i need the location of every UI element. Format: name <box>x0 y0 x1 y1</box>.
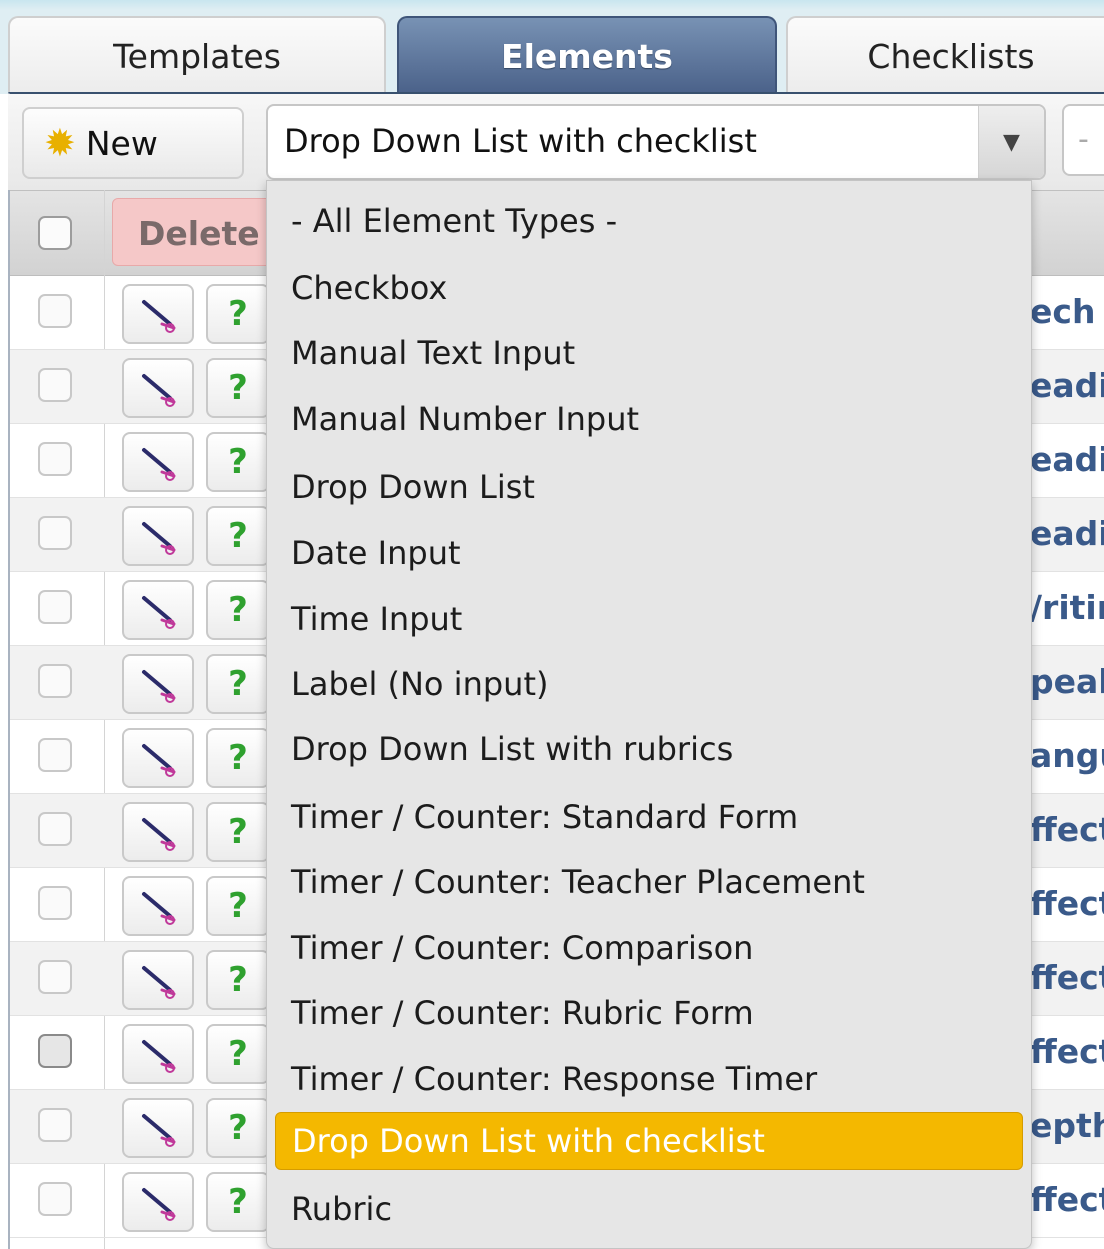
tab-label: Elements <box>501 36 673 76</box>
select-all-checkbox[interactable] <box>38 216 72 250</box>
top-strip <box>0 0 1104 10</box>
edit-button[interactable] <box>122 950 194 1010</box>
row-checkbox[interactable] <box>38 1108 72 1142</box>
row-checkbox[interactable] <box>38 294 72 328</box>
row-checkbox[interactable] <box>38 664 72 698</box>
dropdown-option[interactable]: Drop Down List with checklist <box>275 1112 1023 1170</box>
tab-label: Templates <box>113 36 281 76</box>
dropdown-option[interactable]: Manual Number Input <box>275 390 1023 448</box>
element-type-select[interactable]: Drop Down List with checklist ▼ <box>266 104 1046 180</box>
new-button[interactable]: ✹ New <box>22 107 244 179</box>
tab-checklists[interactable]: Checklists <box>786 16 1104 94</box>
dropdown-option[interactable]: Manual Text Input <box>275 324 1023 382</box>
element-name-link[interactable]: eadi <box>1030 366 1104 405</box>
new-button-label: New <box>85 123 158 163</box>
dropdown-option[interactable]: Timer / Counter: Rubric Form <box>275 984 1023 1042</box>
element-name-link[interactable]: /ritir <box>1030 588 1104 627</box>
element-name-link[interactable]: eadi <box>1030 440 1104 479</box>
help-button[interactable]: ? <box>206 432 270 492</box>
edit-button[interactable] <box>122 728 194 788</box>
edit-button[interactable] <box>122 432 194 492</box>
element-name-link[interactable]: angu <box>1030 736 1104 775</box>
dropdown-option[interactable]: Timer / Counter: Standard Form <box>275 788 1023 846</box>
dropdown-option[interactable]: Checkbox <box>275 259 1023 317</box>
help-button[interactable]: ? <box>206 1098 270 1158</box>
element-name-link[interactable]: ffect <box>1030 1180 1104 1219</box>
secondary-select[interactable]: - <box>1062 104 1104 176</box>
dropdown-option[interactable]: Timer / Counter: Teacher Placement <box>275 853 1023 911</box>
dropdown-option[interactable]: Timer / Counter: Comparison <box>275 919 1023 977</box>
edit-button[interactable] <box>122 358 194 418</box>
dropdown-option[interactable]: Rubric <box>275 1180 1023 1238</box>
delete-button[interactable]: Delete <box>112 198 282 266</box>
help-button[interactable]: ? <box>206 284 270 344</box>
row-checkbox[interactable] <box>38 738 72 772</box>
edit-button[interactable] <box>122 802 194 862</box>
row-checkbox[interactable] <box>38 960 72 994</box>
row-checkbox[interactable] <box>38 442 72 476</box>
element-type-select-value: Drop Down List with checklist <box>284 122 757 160</box>
element-name-link[interactable]: ech <box>1030 292 1095 331</box>
tab-label: Checklists <box>867 36 1035 76</box>
row-checkbox[interactable] <box>38 886 72 920</box>
row-checkbox[interactable] <box>38 1034 72 1068</box>
star-icon: ✹ <box>44 121 76 165</box>
help-button[interactable]: ? <box>206 950 270 1010</box>
tab-templates[interactable]: Templates <box>8 16 386 94</box>
edit-button[interactable] <box>122 1172 194 1232</box>
row-checkbox[interactable] <box>38 812 72 846</box>
tab-elements[interactable]: Elements <box>397 16 777 94</box>
dropdown-option[interactable]: Time Input <box>275 590 1023 648</box>
edit-button[interactable] <box>122 1098 194 1158</box>
element-name-link[interactable]: epth <box>1030 1106 1104 1145</box>
edit-button[interactable] <box>122 284 194 344</box>
chevron-down-icon[interactable]: ▼ <box>978 106 1044 178</box>
dropdown-option[interactable]: Drop Down List with rubrics <box>275 720 1023 778</box>
row-checkbox[interactable] <box>38 368 72 402</box>
edit-button[interactable] <box>122 876 194 936</box>
dropdown-option[interactable]: Date Input <box>275 524 1023 582</box>
row-checkbox[interactable] <box>38 516 72 550</box>
dropdown-option[interactable]: Drop Down List <box>275 458 1023 516</box>
help-button[interactable]: ? <box>206 876 270 936</box>
edit-button[interactable] <box>122 506 194 566</box>
dropdown-option[interactable]: Label (No input) <box>275 655 1023 713</box>
element-name-link[interactable]: ffect <box>1030 810 1104 849</box>
help-button[interactable]: ? <box>206 802 270 862</box>
element-name-link[interactable]: ffect <box>1030 1032 1104 1071</box>
help-button[interactable]: ? <box>206 580 270 640</box>
edit-button[interactable] <box>122 580 194 640</box>
dropdown-option[interactable]: - All Element Types - <box>275 192 1023 250</box>
tab-bar: Templates Elements Checklists <box>0 10 1104 94</box>
element-name-link[interactable]: ffect <box>1030 958 1104 997</box>
secondary-select-value: - <box>1078 122 1089 157</box>
help-button[interactable]: ? <box>206 1024 270 1084</box>
element-type-dropdown: - All Element Types - Checkbox Manual Text… <box>266 180 1032 1249</box>
help-button[interactable]: ? <box>206 358 270 418</box>
element-name-link[interactable]: ffect <box>1030 884 1104 923</box>
help-button[interactable]: ? <box>206 728 270 788</box>
edit-button[interactable] <box>122 1024 194 1084</box>
row-checkbox[interactable] <box>38 1182 72 1216</box>
help-button[interactable]: ? <box>206 1172 270 1232</box>
element-name-link[interactable]: peal <box>1030 662 1104 701</box>
element-name-link[interactable]: eadi <box>1030 514 1104 553</box>
edit-button[interactable] <box>122 654 194 714</box>
help-button[interactable]: ? <box>206 506 270 566</box>
delete-button-label: Delete <box>138 214 260 253</box>
row-checkbox[interactable] <box>38 590 72 624</box>
help-button[interactable]: ? <box>206 654 270 714</box>
dropdown-option[interactable]: Timer / Counter: Response Timer <box>275 1050 1023 1108</box>
